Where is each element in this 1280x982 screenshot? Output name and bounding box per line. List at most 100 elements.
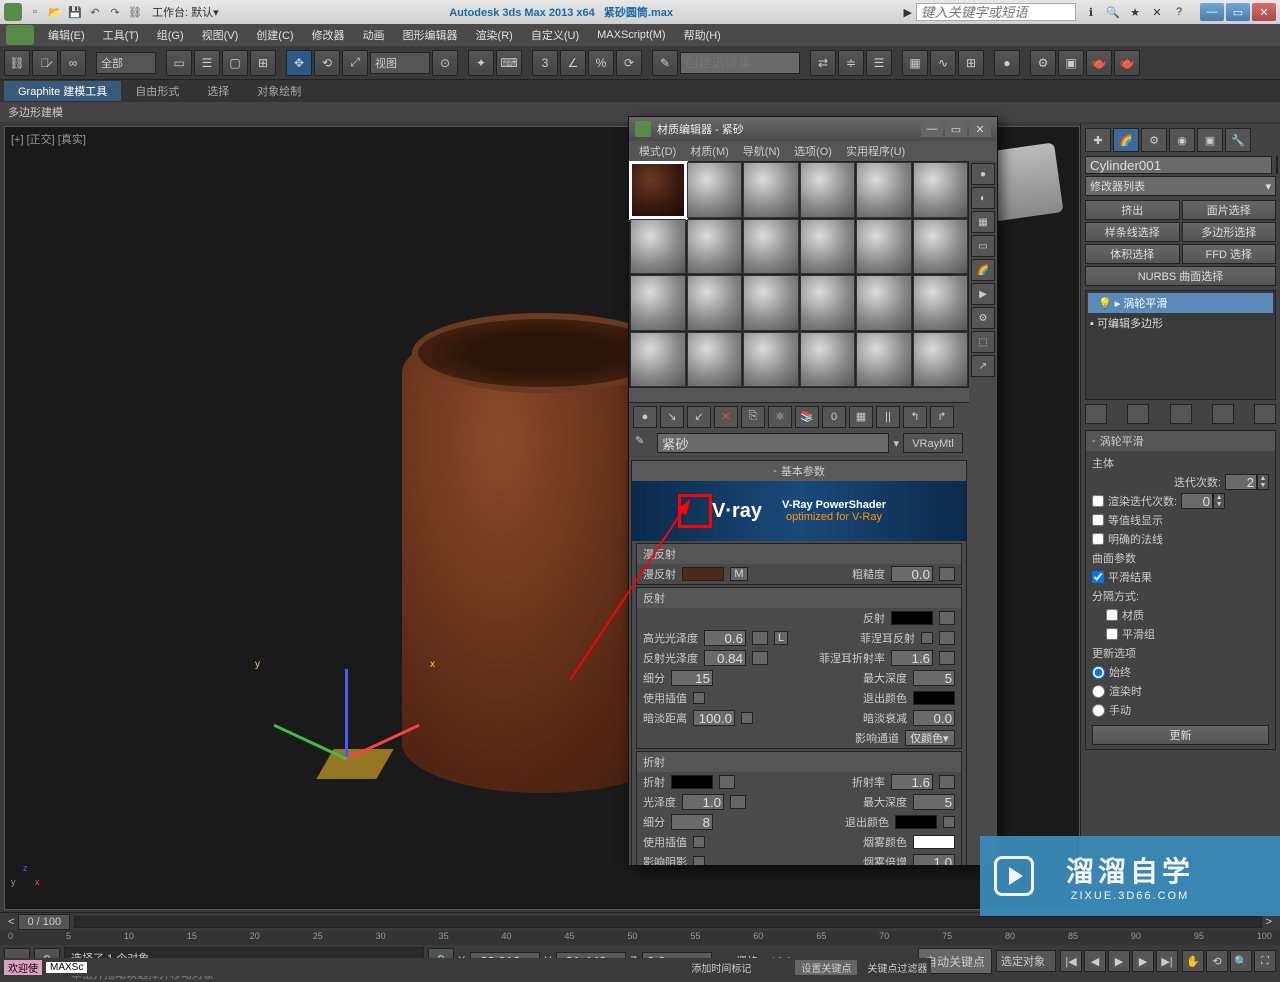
tab-modify-icon[interactable]: 🌈 [1113,128,1139,152]
menu-animation[interactable]: 动画 [355,25,393,45]
put-material-icon[interactable]: ↘ [660,406,684,428]
ref-coord-dropdown[interactable]: 视图 [370,52,430,74]
material-slot-19[interactable] [630,332,686,388]
material-slot-17[interactable] [856,275,912,331]
material-slot-21[interactable] [743,332,799,388]
keymode-dropdown[interactable]: 选定对象 [996,950,1056,972]
select-by-mat-icon[interactable]: ⬚ [971,331,995,353]
mat-maximize-button[interactable]: ▭ [945,121,967,137]
isoline-check[interactable] [1092,514,1104,526]
new-icon[interactable]: ▫ [26,3,44,21]
reflect-color-swatch[interactable] [891,611,933,625]
open-icon[interactable]: 📂 [46,3,64,21]
modifier-list-dropdown[interactable]: 修改器列表▾ [1085,176,1276,196]
angle-snap-icon[interactable]: ∠ [560,50,586,76]
help-search[interactable] [916,3,1076,21]
render-iter-input[interactable] [1181,493,1213,509]
affect-shadow-check[interactable] [693,856,705,865]
tab-motion-icon[interactable]: ◉ [1169,128,1195,152]
dim-falloff-input[interactable] [913,710,955,726]
manipulate-icon[interactable]: ✦ [468,50,494,76]
ribbon-tab-freeform[interactable]: 自由形式 [121,81,193,101]
time-slider-thumb[interactable]: 0 / 100 [18,914,70,930]
workspace-label[interactable]: 工作台: 默认 [152,4,213,20]
tab-utilities-icon[interactable]: 🔧 [1225,128,1251,152]
render-icon[interactable]: 🫖 [1086,50,1112,76]
diffuse-color-swatch[interactable] [682,567,724,581]
menu-group[interactable]: 组(G) [149,25,192,45]
material-id-icon[interactable]: 0 [822,406,846,428]
goto-start-icon[interactable]: |◀ [1060,950,1082,972]
orbit-icon[interactable]: ⟲ [1206,950,1228,972]
mat-minimize-button[interactable]: — [921,121,943,137]
l-button[interactable]: L [774,631,788,645]
app-icon[interactable] [4,3,22,21]
material-slot-22[interactable] [800,332,856,388]
material-map-nav-icon[interactable]: ↗ [971,355,995,377]
ribbon-tab-selection[interactable]: 选择 [193,81,243,101]
refl-gloss-input[interactable] [704,650,746,666]
btn-extrude[interactable]: 挤出 [1085,200,1180,220]
hilight-gloss-input[interactable] [704,630,746,646]
graphite-icon[interactable]: ▦ [902,50,928,76]
prev-frame-icon[interactable]: ◀ [1084,950,1106,972]
render-setup-icon[interactable]: ⚙ [1030,50,1056,76]
btn-nurbs-surf-select[interactable]: NURBS 曲面选择 [1085,266,1276,286]
selection-filter[interactable]: 全部 [96,52,156,74]
ior-input[interactable] [891,774,933,790]
dim-dist-input[interactable] [693,710,735,726]
keyboard-icon[interactable]: ⌨ [496,50,522,76]
favorite-icon[interactable]: ★ [1126,3,1144,21]
mat-menu-navigate[interactable]: 导航(N) [737,142,786,160]
timeline-prev-icon[interactable]: < [8,916,14,928]
get-material-icon[interactable]: ● [633,406,657,428]
sep-smooth-check[interactable] [1106,628,1118,640]
tab-display-icon[interactable]: ▣ [1197,128,1223,152]
btn-poly-select[interactable]: 多边形选择 [1182,222,1277,242]
refract-color-swatch[interactable] [671,775,713,789]
refr-subdiv-input[interactable] [671,814,713,830]
btn-volume-select[interactable]: 体积选择 [1085,244,1180,264]
render-iter-check[interactable] [1092,495,1104,507]
btn-ffd-select[interactable]: FFD 选择 [1182,244,1277,264]
app-menu-button[interactable] [6,25,34,45]
move-icon[interactable]: ✥ [286,50,312,76]
scale-icon[interactable]: ⤢ [342,50,368,76]
menu-edit[interactable]: 编辑(E) [40,25,93,45]
fresnel-check[interactable] [921,632,933,644]
modifier-stack[interactable]: 💡 ▸ 涡轮平滑 ▪ 可编辑多边形 [1085,290,1276,400]
btn-spline-select[interactable]: 样条线选择 [1085,222,1180,242]
reflect-map-button[interactable] [939,611,955,625]
update-render-radio[interactable] [1092,685,1105,698]
pick-material-icon[interactable]: ✎ [635,434,653,452]
menu-views[interactable]: 视图(V) [194,25,247,45]
select-region-icon[interactable]: ▢ [222,50,248,76]
select-name-icon[interactable]: ☰ [194,50,220,76]
zoom-icon[interactable]: 🔍 [1230,950,1252,972]
redo-icon[interactable]: ↷ [106,3,124,21]
spinner-snap-icon[interactable]: ⟳ [616,50,642,76]
save-icon[interactable]: 💾 [66,3,84,21]
refl-maxdepth-input[interactable] [913,670,955,686]
mat-menu-material[interactable]: 材质(M) [684,142,735,160]
time-ruler[interactable]: 0510152025303540455055606570758085909510… [0,931,1280,945]
iterations-input[interactable] [1225,474,1257,490]
material-slot-2[interactable] [687,162,743,218]
layers-icon[interactable]: ☰ [866,50,892,76]
menu-grapheditors[interactable]: 图形编辑器 [395,25,466,45]
use-interp-check[interactable] [693,692,705,704]
show-end-result-icon[interactable]: || [876,406,900,428]
refl-subdiv-input[interactable] [671,670,713,686]
material-slot-1[interactable] [630,162,686,218]
put-library-icon[interactable]: 📚 [795,406,819,428]
ribbon-tab-objpaint[interactable]: 对象绘制 [243,81,315,101]
link-icon[interactable]: ⛓ [4,50,30,76]
menu-modifiers[interactable]: 修改器 [304,25,353,45]
material-slot-6[interactable] [913,162,969,218]
maxscript-label[interactable]: MAXSc [46,962,87,973]
refr-maxdepth-input[interactable] [913,794,955,810]
material-editor-titlebar[interactable]: 材质编辑器 - 紧砂 — ▭ ✕ [629,117,997,141]
tab-hierarchy-icon[interactable]: ⚙ [1141,128,1167,152]
sep-material-check[interactable] [1106,609,1118,621]
play-icon[interactable]: ▶ [1108,950,1130,972]
